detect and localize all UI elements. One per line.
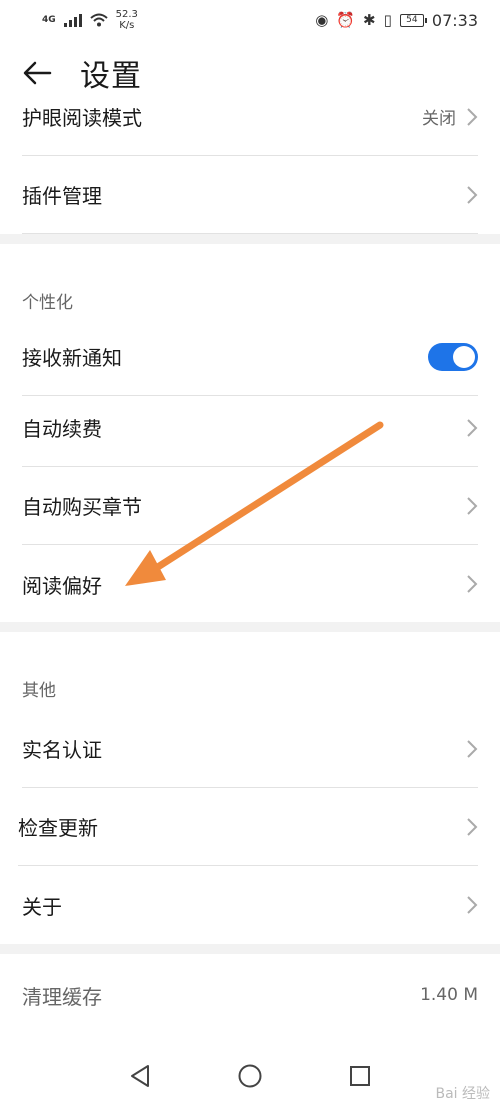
- row-value: 1.40 M: [420, 985, 478, 1005]
- row-label: 检查更新: [18, 816, 98, 840]
- speed-value: 52.3: [115, 9, 138, 20]
- vibrate-icon: ▯: [383, 11, 392, 29]
- row-about[interactable]: 关于: [22, 866, 478, 944]
- status-right: ◉ ⏰ ✱ ▯ 54 07:33: [315, 11, 478, 30]
- status-bar: 4G 52.3 K/s ◉ ⏰ ✱ ▯ 54 07:33: [0, 0, 500, 40]
- toggle-knob: [453, 345, 475, 368]
- row-receive-notifications: 接收新通知: [22, 318, 478, 396]
- chevron-right-icon: [467, 575, 478, 593]
- section-title: 个性化: [22, 293, 73, 313]
- chevron-right-icon: [467, 739, 478, 758]
- watermark: Bai 经验: [435, 1086, 490, 1102]
- clock: 07:33: [431, 10, 478, 30]
- bluetooth-icon: ✱: [363, 11, 376, 29]
- wifi-icon: [89, 13, 108, 27]
- row-plugin-management[interactable]: 插件管理: [22, 156, 478, 234]
- row-eye-protection[interactable]: 护眼阅读模式 关闭: [22, 78, 478, 156]
- battery-level: 54: [406, 15, 418, 25]
- chevron-right-icon: [467, 107, 478, 126]
- chevron-right-icon: [467, 185, 478, 204]
- settings-group-display: 护眼阅读模式 关闭 插件管理: [0, 106, 500, 234]
- chevron-right-icon: [467, 896, 478, 914]
- recents-square-icon[interactable]: [348, 1064, 372, 1088]
- home-circle-icon[interactable]: [237, 1063, 263, 1089]
- row-auto-renew[interactable]: 自动续费: [22, 389, 478, 467]
- row-label: 插件管理: [22, 184, 102, 208]
- back-triangle-icon[interactable]: [128, 1063, 152, 1089]
- chevron-right-icon: [467, 418, 478, 437]
- chevron-right-icon: [467, 817, 478, 836]
- status-left: 4G 52.3 K/s: [42, 9, 138, 31]
- row-label: 实名认证: [22, 738, 102, 762]
- row-check-update[interactable]: 检查更新: [18, 788, 478, 866]
- row-value: 关闭: [422, 109, 456, 129]
- settings-group-cache: 清理缓存 1.40 M: [0, 954, 500, 1040]
- row-label: 护眼阅读模式: [22, 106, 142, 130]
- eye-icon: ◉: [315, 11, 329, 29]
- system-nav-bar: [0, 1040, 500, 1111]
- row-auto-buy-chapters[interactable]: 自动购买章节: [22, 467, 478, 545]
- row-label: 阅读偏好: [22, 573, 102, 598]
- network-type: 4G: [42, 14, 56, 25]
- row-clear-cache[interactable]: 清理缓存 1.40 M: [22, 956, 478, 1034]
- battery-icon: 54: [399, 13, 427, 27]
- row-label: 自动购买章节: [22, 495, 142, 519]
- settings-group-personalization: 个性化 接收新通知 自动续费 自动购买章节 阅读偏好: [0, 244, 500, 622]
- network-speed: 52.3 K/s: [116, 9, 138, 31]
- row-reading-preference[interactable]: 阅读偏好: [22, 545, 478, 623]
- row-real-name-verification[interactable]: 实名认证: [22, 710, 478, 788]
- row-label: 接收新通知: [22, 346, 122, 370]
- row-label: 清理缓存: [22, 984, 102, 1009]
- chevron-right-icon: [467, 496, 478, 515]
- row-label: 自动续费: [22, 417, 102, 441]
- alarm-icon: ⏰: [336, 11, 356, 29]
- section-title: 其他: [22, 681, 56, 701]
- notifications-toggle[interactable]: [428, 342, 478, 371]
- speed-unit: K/s: [119, 20, 135, 31]
- settings-group-other: 其他 实名认证 检查更新 关于: [0, 632, 500, 944]
- row-label: 关于: [22, 894, 62, 919]
- signal-icon: [63, 13, 82, 27]
